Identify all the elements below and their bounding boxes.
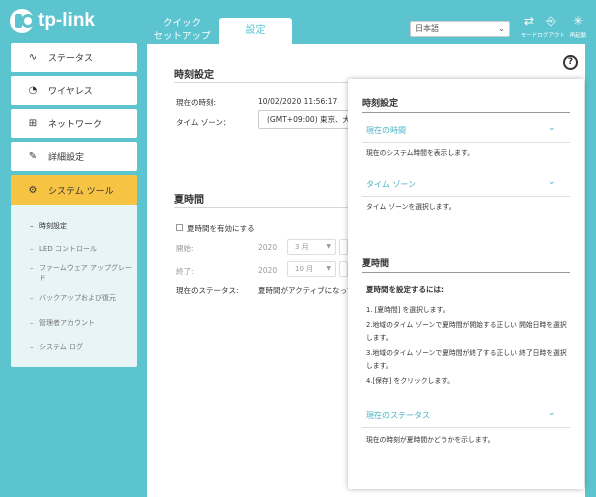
tab-quick-setup-label: クイック セットアップ bbox=[153, 18, 211, 42]
sidebar-item-label: ステータス bbox=[48, 54, 94, 64]
sidebar-item-system-tools[interactable]: ⚙ システム ツール bbox=[11, 175, 137, 205]
timezone-select[interactable]: (GMT+09:00) 東京、大阪 bbox=[258, 110, 353, 129]
help-dst-title: 夏時間 bbox=[362, 259, 390, 269]
timezone-value: (GMT+09:00) 東京、大阪 bbox=[267, 115, 353, 124]
logout-label: ログアウト bbox=[537, 33, 565, 39]
sidebar-item-label: ワイヤレス bbox=[48, 87, 93, 97]
sidebar-item-label: システム ツール bbox=[48, 186, 114, 197]
chevron-down-icon: ▼ bbox=[326, 265, 331, 272]
submenu-time-settings[interactable]: 時刻設定 bbox=[30, 221, 135, 231]
language-selected: 日本語 bbox=[415, 24, 439, 33]
sidebar-item-label: ネットワーク bbox=[48, 120, 103, 130]
help-status-text: 現在の時刻が夏時間かどうかを示します。 bbox=[366, 436, 495, 444]
help-current-time-text: 現在のシステム時間を表示します。 bbox=[366, 149, 474, 157]
chevron-down-icon[interactable]: ⌄ bbox=[548, 123, 556, 133]
submenu-system-log[interactable]: システム ログ bbox=[30, 342, 135, 352]
top-header: tp-link クイック セットアップ 設定 日本語 ⌄ ⇄ モード ⎆ ログア… bbox=[0, 0, 596, 44]
dst-end-month-select[interactable]: 10 月 ▼ bbox=[287, 261, 336, 277]
current-time-label: 現在の時刻: bbox=[176, 98, 217, 107]
tab-settings-label: 設定 bbox=[245, 25, 266, 36]
dst-start-month-select[interactable]: 3 月 ▼ bbox=[287, 239, 336, 255]
help-step-2: 2.地域のタイム ゾーンで夏時間が開始する正しい 開始日時を選択します。 bbox=[366, 321, 567, 342]
reboot-button[interactable]: ✳ 再起動 bbox=[564, 14, 592, 39]
tab-quick-setup[interactable]: クイック セットアップ bbox=[148, 17, 216, 44]
help-dst-howto-title: 夏時間を設定するには: bbox=[366, 285, 444, 294]
time-settings-title: 時刻設定 bbox=[174, 70, 214, 81]
tab-settings[interactable]: 設定 bbox=[219, 18, 292, 44]
tp-link-logo: tp-link bbox=[10, 9, 95, 33]
dst-start-month-value: 3 月 bbox=[295, 243, 309, 251]
reboot-icon: ✳ bbox=[572, 14, 584, 28]
sidebar-item-status[interactable]: ∿ ステータス bbox=[11, 43, 137, 72]
dst-end-label: 終了: bbox=[176, 267, 194, 276]
timezone-label: タイム ゾーン： bbox=[176, 118, 231, 127]
logout-button[interactable]: ⎆ ログアウト bbox=[537, 14, 565, 39]
dst-enable-label: 夏時間を有効にする bbox=[187, 224, 255, 233]
divider bbox=[362, 272, 570, 273]
dst-start-year: 2020 bbox=[258, 243, 278, 252]
dst-start-label: 開始: bbox=[176, 244, 194, 253]
dst-end-year: 2020 bbox=[258, 266, 278, 275]
system-tools-submenu: 時刻設定 LED コントロール ファームウェア アップグレード バックアップおよ… bbox=[11, 205, 137, 367]
divider bbox=[362, 142, 570, 143]
wireless-icon: ◔ bbox=[28, 85, 38, 96]
dst-end-week-select[interactable] bbox=[339, 261, 348, 277]
dst-status-value: 夏時間がアクティブになって bbox=[258, 286, 350, 295]
help-icon[interactable]: ? bbox=[563, 55, 578, 70]
help-accordion-timezone[interactable]: タイム ゾーン bbox=[366, 179, 416, 190]
divider bbox=[174, 82, 354, 83]
dst-start-week-select[interactable] bbox=[339, 239, 348, 255]
divider bbox=[174, 207, 354, 208]
divider bbox=[362, 427, 570, 428]
reboot-label: 再起動 bbox=[569, 33, 587, 39]
dst-status-label: 現在のステータス: bbox=[176, 286, 239, 295]
help-panel: 時刻設定 現在の時間 ⌄ 現在のシステム時間を表示します。 タイム ゾーン ⌄ … bbox=[348, 79, 584, 489]
network-icon: ⊞ bbox=[28, 118, 38, 129]
help-accordion-current-time[interactable]: 現在の時間 bbox=[366, 125, 406, 136]
language-select[interactable]: 日本語 ⌄ bbox=[410, 21, 510, 37]
sidebar-item-wireless[interactable]: ◔ ワイヤレス bbox=[11, 76, 137, 105]
submenu-firmware-upgrade[interactable]: ファームウェア アップグレード bbox=[30, 263, 135, 283]
dst-title: 夏時間 bbox=[174, 195, 204, 206]
help-step-3: 3.地域のタイム ゾーンで夏時間が終了する正しい 終了日時を選択します。 bbox=[366, 349, 567, 370]
submenu-backup-restore[interactable]: バックアップおよび復元 bbox=[30, 293, 135, 303]
logout-icon: ⎆ bbox=[546, 14, 556, 28]
divider bbox=[362, 112, 570, 113]
submenu-admin-account[interactable]: 管理者アカウント bbox=[30, 318, 135, 328]
wrench-icon: ✎ bbox=[28, 151, 38, 162]
tp-link-logo-icon bbox=[10, 9, 35, 33]
chevron-down-icon: ▼ bbox=[326, 243, 331, 250]
help-timezone-text: タイム ゾーンを選択します。 bbox=[366, 203, 456, 211]
chevron-down-icon[interactable]: ⌄ bbox=[548, 177, 556, 187]
help-step-1: 1. [夏時間] を選択します。 bbox=[366, 306, 450, 314]
sidebar-item-advanced[interactable]: ✎ 詳細設定 bbox=[11, 142, 137, 171]
chevron-down-icon[interactable]: ⌄ bbox=[548, 408, 556, 418]
submenu-led-control[interactable]: LED コントロール bbox=[30, 244, 135, 254]
logo-text: tp-link bbox=[38, 10, 95, 31]
dst-end-month-value: 10 月 bbox=[295, 265, 314, 273]
help-title: 時刻設定 bbox=[362, 99, 399, 109]
current-time-value: 10/02/2020 11:56:17 bbox=[258, 97, 338, 106]
divider bbox=[362, 196, 570, 197]
sidebar-item-label: 詳細設定 bbox=[48, 153, 85, 163]
help-accordion-status[interactable]: 現在のステータス bbox=[366, 410, 430, 421]
dst-enable-checkbox[interactable] bbox=[176, 224, 183, 231]
chevron-down-icon: ⌄ bbox=[498, 24, 505, 33]
status-icon: ∿ bbox=[28, 52, 38, 63]
sidebar-item-network[interactable]: ⊞ ネットワーク bbox=[11, 109, 137, 138]
help-step-4: 4.[保存] をクリックします。 bbox=[366, 377, 455, 385]
gear-icon: ⚙ bbox=[28, 184, 38, 196]
